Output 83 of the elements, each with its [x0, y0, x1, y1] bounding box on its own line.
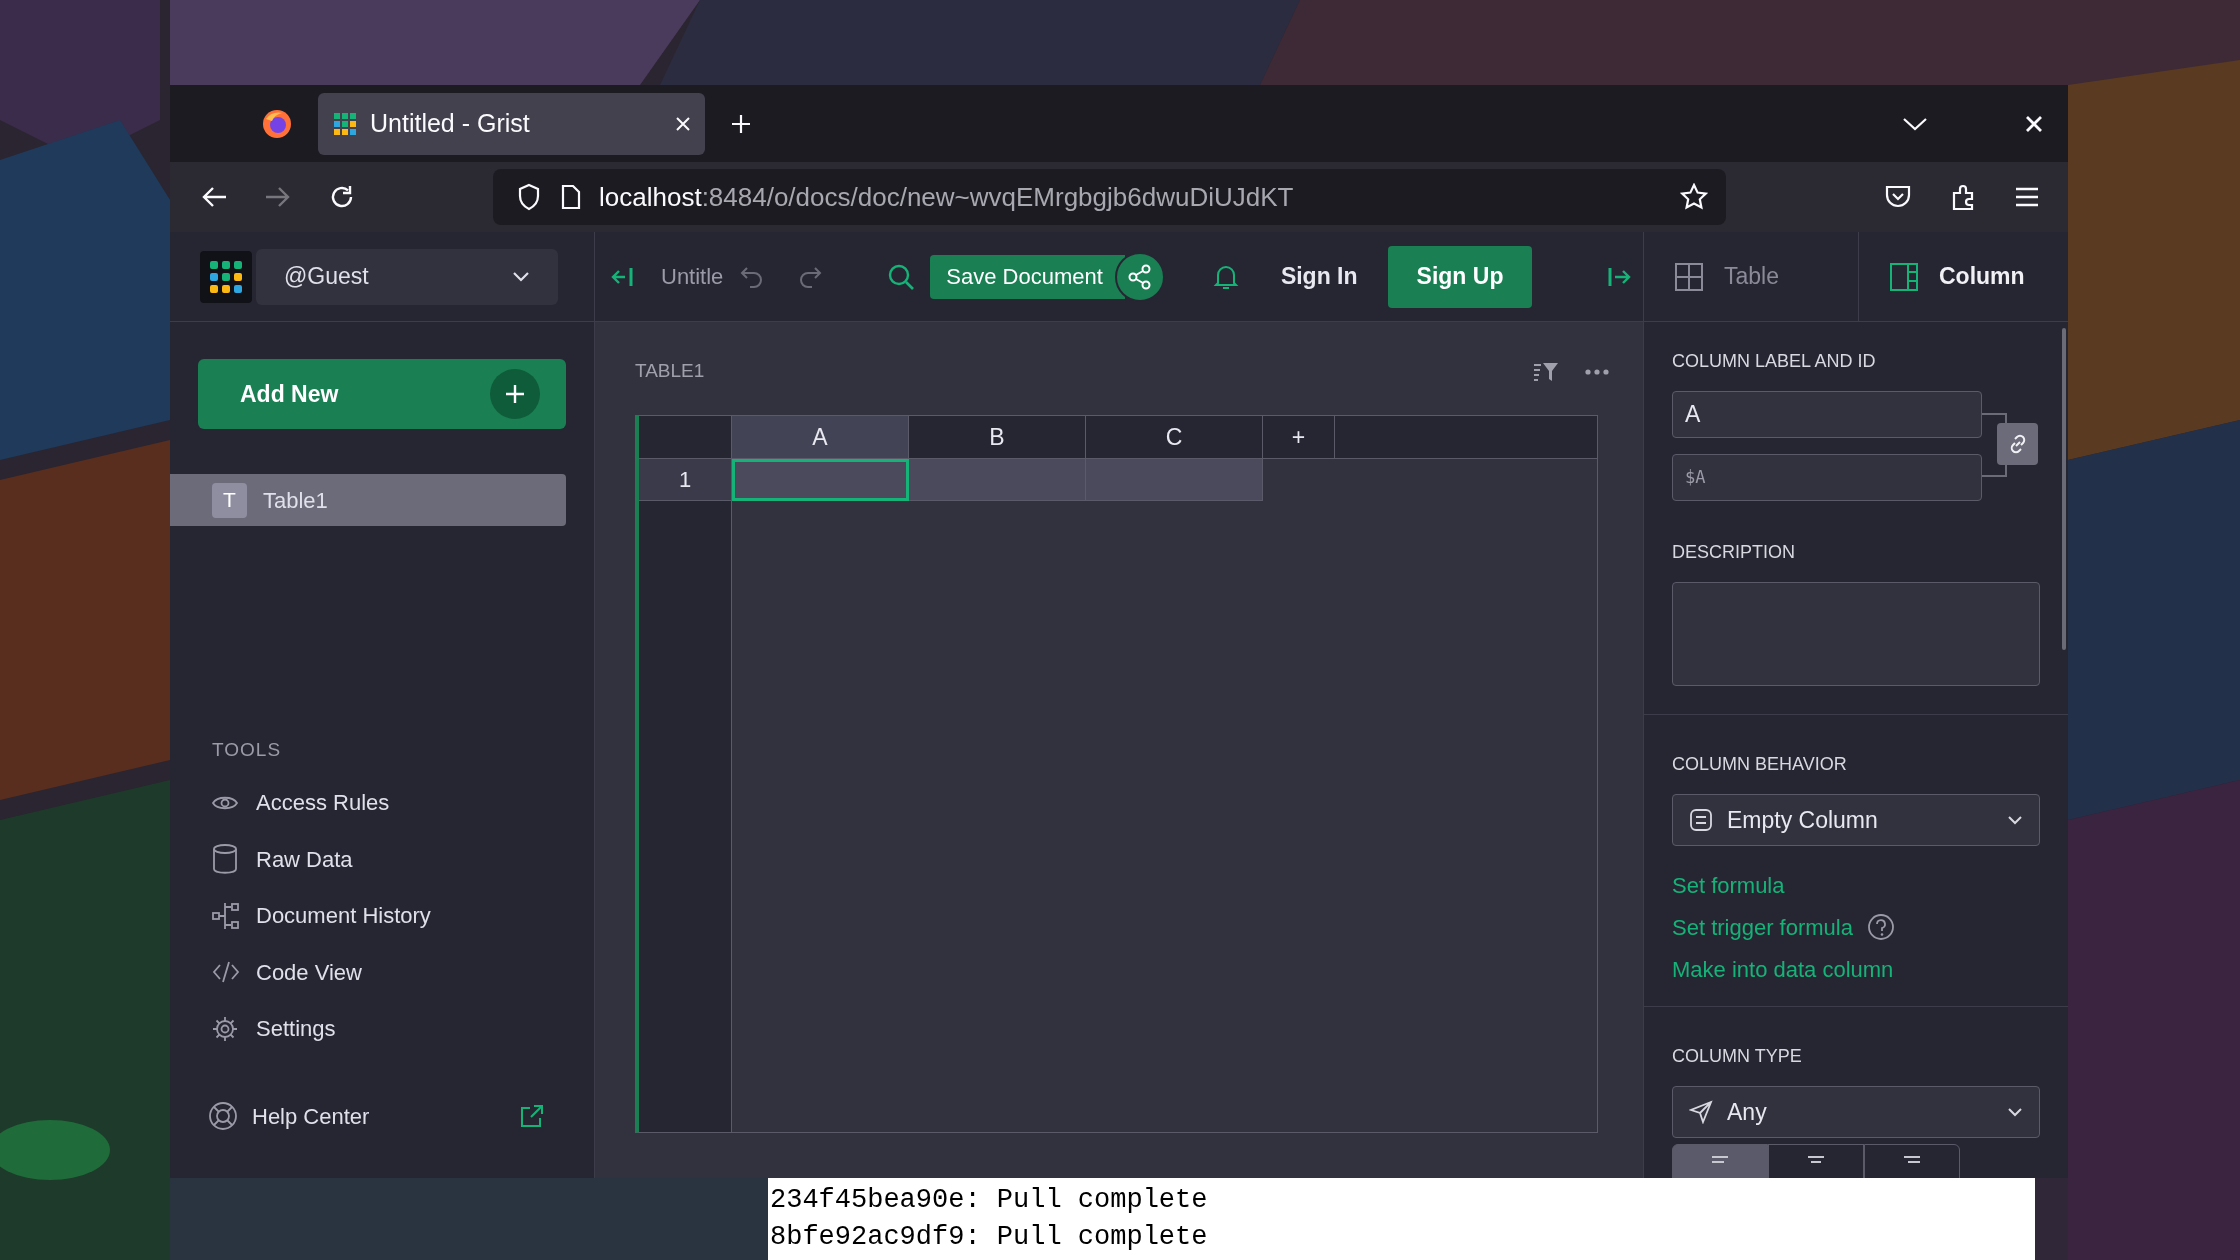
grist-logo-icon: [200, 250, 252, 303]
description-input[interactable]: [1672, 582, 2040, 686]
lifebuoy-icon: [208, 1101, 238, 1131]
formula-link[interactable]: Make into data column: [1672, 952, 1894, 986]
page-icon: T: [212, 482, 247, 518]
forward-arrow-icon[interactable]: [264, 185, 292, 209]
tool-item[interactable]: Access Rules: [170, 774, 594, 831]
chevron-down-icon: [512, 270, 530, 283]
section-heading: DESCRIPTION: [1672, 541, 1795, 564]
sign-up-button[interactable]: Sign Up: [1387, 245, 1533, 308]
add-new-button[interactable]: Add New: [198, 359, 566, 429]
label-input[interactable]: A: [1672, 391, 1982, 438]
column-icon: [1889, 261, 1919, 292]
history-icon: [212, 901, 240, 930]
save-document-button[interactable]: Save Document: [930, 254, 1125, 299]
behavior-dropdown[interactable]: Empty Column: [1672, 794, 2040, 846]
add-column-button[interactable]: +: [1263, 416, 1335, 458]
account-dropdown[interactable]: @Guest: [256, 248, 558, 305]
page-icon: [561, 184, 581, 210]
id-input[interactable]: $A: [1672, 454, 1982, 501]
empty-column-icon: [1689, 808, 1713, 832]
code-icon: [212, 960, 240, 985]
close-icon[interactable]: [2024, 113, 2044, 134]
tools-heading: TOOLS: [212, 738, 282, 762]
table-cell[interactable]: [909, 459, 1086, 501]
browser-tab[interactable]: Untitled - Grist: [318, 92, 705, 155]
table-title: TABLE1: [635, 359, 705, 384]
share-icon: [1126, 263, 1153, 290]
terminal-line: 234f45bea90e: Pull complete: [770, 1184, 1209, 1217]
tool-item[interactable]: Settings: [170, 1000, 594, 1057]
sign-in-button[interactable]: Sign In: [1280, 259, 1358, 294]
formula-link[interactable]: Set trigger formula: [1672, 910, 1853, 944]
collapse-right-icon[interactable]: [1607, 265, 1631, 288]
star-icon[interactable]: [1680, 183, 1708, 211]
settings-icon: [212, 1015, 238, 1042]
url-text: localhost:8484/o/docs/doc/new~wvqEMrgbgjb6dwuDiUJdKT: [599, 180, 1294, 214]
row-number: 1: [639, 459, 731, 501]
database-icon: [212, 844, 238, 875]
shield-icon: [517, 183, 541, 211]
table-icon: [1674, 261, 1704, 292]
column-header[interactable]: C: [1086, 416, 1263, 458]
plus-icon: [490, 369, 540, 419]
sort-filter-icon[interactable]: [1533, 360, 1559, 383]
address-bar[interactable]: localhost:8484/o/docs/doc/new~wvqEMrgbgjb6dwuDiUJdKT: [493, 169, 1726, 225]
section-heading: COLUMN TYPE: [1672, 1045, 1802, 1068]
page-item[interactable]: T Table1: [170, 474, 566, 526]
grist-tab-icon: [332, 110, 358, 137]
firefox-icon[interactable]: [262, 108, 292, 139]
scrollbar[interactable]: [2062, 328, 2066, 650]
section-heading: COLUMN BEHAVIOR: [1672, 753, 1847, 776]
align-icon: [1710, 1155, 1730, 1165]
link-button[interactable]: [1997, 423, 2038, 465]
help-center-link[interactable]: Help Center: [170, 1088, 594, 1144]
formula-link[interactable]: Set formula: [1672, 868, 1785, 902]
close-tab-icon[interactable]: [675, 115, 691, 132]
align-icon: [1902, 1155, 1922, 1165]
section-heading: COLUMN LABEL AND ID: [1672, 350, 1876, 373]
help-icon[interactable]: [1866, 913, 1895, 941]
tab-title: Untitled - Grist: [370, 107, 531, 139]
align-icon: [1806, 1155, 1826, 1165]
tool-item[interactable]: Document History: [170, 887, 594, 944]
type-dropdown[interactable]: Any: [1672, 1086, 2040, 1138]
menu-icon[interactable]: [2014, 186, 2040, 208]
pocket-icon[interactable]: [1884, 184, 1912, 210]
more-options-icon[interactable]: [1585, 368, 1609, 375]
chevron-down-icon: [2007, 815, 2023, 825]
chevron-down-icon: [2007, 1107, 2023, 1117]
column-header[interactable]: A: [732, 416, 909, 458]
tool-item[interactable]: Code View: [170, 944, 594, 1001]
panel-tab[interactable]: Column: [1859, 232, 2068, 321]
external-link-icon[interactable]: [520, 1104, 544, 1128]
terminal-line: 8bfe92ac9df9: Pull complete: [770, 1221, 1209, 1254]
search-icon[interactable]: [887, 262, 916, 291]
send-icon: [1689, 1100, 1713, 1124]
document-title[interactable]: Untitle: [661, 260, 724, 293]
panel-tab[interactable]: Table: [1644, 232, 1859, 321]
tool-item[interactable]: Raw Data: [170, 831, 594, 888]
table-cell[interactable]: [1086, 459, 1263, 501]
chevron-down-icon[interactable]: [1902, 115, 1928, 132]
back-arrow-icon[interactable]: [200, 185, 228, 209]
table-cell[interactable]: [732, 459, 909, 501]
column-header[interactable]: B: [909, 416, 1086, 458]
collapse-left-icon[interactable]: [611, 265, 635, 288]
